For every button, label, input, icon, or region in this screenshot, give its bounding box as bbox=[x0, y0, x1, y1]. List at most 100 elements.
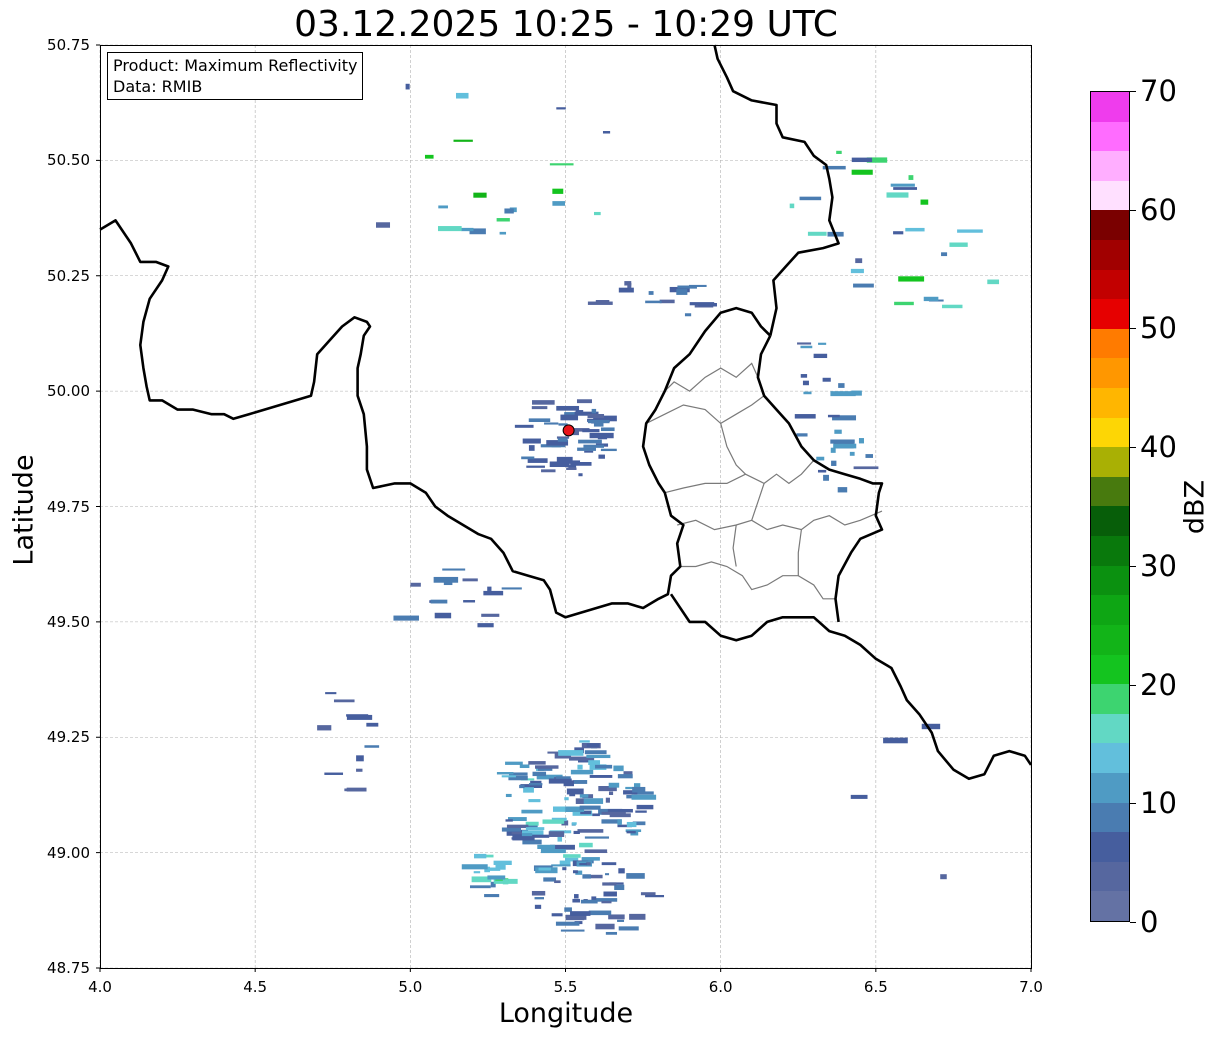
echo-cell bbox=[645, 894, 665, 898]
x-tick-label: 6.0 bbox=[708, 978, 733, 996]
echo-cell bbox=[818, 342, 827, 345]
colorbar-tick-label: 20 bbox=[1140, 667, 1177, 702]
echo-cell bbox=[597, 433, 608, 440]
echo-cell bbox=[526, 465, 545, 468]
echo-cell bbox=[531, 406, 548, 410]
echo-cell bbox=[538, 867, 551, 871]
echo-cell bbox=[532, 771, 547, 777]
echo-cell bbox=[579, 740, 590, 743]
echo-cell bbox=[572, 822, 577, 825]
echo-cell bbox=[816, 456, 825, 461]
echo-cell bbox=[830, 439, 855, 444]
x-tick-label: 5.0 bbox=[398, 978, 423, 996]
echo-cell bbox=[333, 699, 355, 703]
y-tick-label: 50.75 bbox=[47, 36, 90, 54]
echo-cell bbox=[588, 910, 612, 916]
colorbar-label: dBZ bbox=[1179, 479, 1211, 535]
echo-cell bbox=[823, 474, 829, 481]
echo-cell bbox=[648, 291, 654, 295]
data-source-text: Data: RMIB bbox=[113, 77, 203, 96]
echo-cell bbox=[830, 391, 856, 397]
echo-cell bbox=[645, 300, 662, 304]
echo-cell bbox=[636, 804, 654, 810]
echo-cell bbox=[632, 786, 646, 793]
echo-cell bbox=[551, 864, 571, 867]
colorbar-tick-mark bbox=[1130, 565, 1136, 567]
colorbar-segment bbox=[1091, 358, 1129, 389]
echo-cell bbox=[591, 408, 597, 414]
echo-cell bbox=[957, 229, 983, 233]
echo-cell bbox=[552, 188, 564, 194]
echo-cell bbox=[515, 828, 521, 832]
echo-cell bbox=[898, 276, 925, 282]
echo-cell bbox=[560, 929, 585, 932]
echo-cell bbox=[364, 745, 380, 748]
colorbar-segment bbox=[1091, 299, 1129, 329]
echo-cell bbox=[573, 780, 588, 784]
province-border-line bbox=[732, 524, 737, 567]
echo-cell bbox=[473, 871, 481, 874]
echo-cell bbox=[602, 131, 611, 134]
echo-cell bbox=[514, 424, 534, 428]
echo-cell bbox=[629, 913, 646, 920]
echo-cell bbox=[555, 776, 571, 779]
echo-cell bbox=[921, 723, 941, 730]
colorbar-tick-mark bbox=[1130, 447, 1136, 449]
echo-cell bbox=[850, 794, 868, 799]
colorbar-tick-label: 40 bbox=[1140, 430, 1177, 465]
echo-cell bbox=[807, 231, 827, 236]
province-border-line bbox=[680, 561, 836, 600]
echo-cell bbox=[462, 578, 478, 582]
echo-cell bbox=[600, 427, 615, 432]
echo-cell bbox=[434, 612, 452, 619]
echo-cell bbox=[504, 208, 514, 214]
colorbar-tick-mark bbox=[1130, 91, 1136, 92]
echo-cell bbox=[602, 882, 617, 886]
echo-cell bbox=[626, 821, 637, 828]
province-border-line bbox=[797, 529, 802, 576]
colorbar-tick-label: 70 bbox=[1140, 74, 1177, 108]
echo-cell bbox=[886, 192, 909, 198]
echo-cell bbox=[578, 473, 583, 477]
echo-cell bbox=[356, 755, 364, 762]
echo-cell bbox=[618, 926, 639, 931]
echo-cell bbox=[577, 447, 596, 451]
y-tick-label: 48.75 bbox=[47, 959, 90, 977]
echo-cell bbox=[521, 833, 533, 837]
echo-cell bbox=[481, 613, 500, 617]
echo-cell bbox=[800, 374, 808, 378]
colorbar-segment bbox=[1091, 772, 1129, 803]
echo-cell bbox=[601, 811, 626, 815]
echo-cell bbox=[834, 429, 842, 434]
colorbar-segment bbox=[1091, 536, 1129, 566]
echo-cell bbox=[598, 454, 605, 459]
echo-cell bbox=[605, 873, 610, 876]
echo-cell bbox=[430, 599, 448, 604]
colorbar-segment bbox=[1091, 595, 1129, 625]
echo-cell bbox=[618, 868, 625, 874]
echo-cell bbox=[589, 874, 603, 879]
echo-cell bbox=[521, 809, 543, 814]
echo-cell bbox=[501, 775, 516, 778]
echo-cell bbox=[521, 456, 535, 460]
echo-cell bbox=[528, 418, 551, 423]
radar-map bbox=[96, 44, 1033, 972]
echo-cell bbox=[817, 469, 827, 473]
colorbar-tick-mark bbox=[1130, 684, 1136, 686]
echo-cell bbox=[570, 769, 594, 775]
echo-cell bbox=[893, 187, 918, 190]
echo-cell bbox=[549, 461, 570, 468]
echo-cell bbox=[688, 284, 707, 287]
echo-cell bbox=[601, 901, 612, 904]
echo-cell bbox=[584, 450, 594, 453]
echo-cell bbox=[530, 780, 542, 784]
echo-cell bbox=[346, 714, 369, 717]
colorbar-tick-mark bbox=[1130, 803, 1136, 805]
echo-cell bbox=[987, 279, 1000, 285]
echo-cell bbox=[608, 914, 625, 920]
echo-cell bbox=[800, 345, 813, 349]
echo-cell bbox=[393, 615, 419, 621]
echo-cell bbox=[865, 454, 874, 458]
echo-cell bbox=[589, 775, 613, 778]
echo-cell bbox=[827, 414, 840, 418]
